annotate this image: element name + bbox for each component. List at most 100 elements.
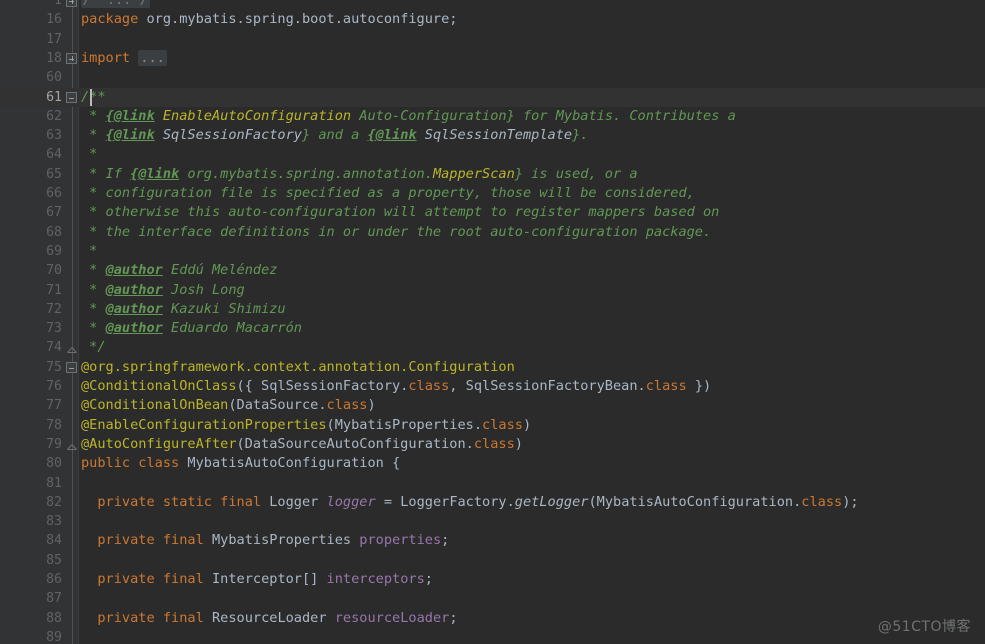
token-kw: class (408, 378, 450, 394)
code-text: private final ResourceLoader resourceLoa… (79, 609, 457, 628)
folded-import-placeholder[interactable]: ... (138, 49, 167, 66)
code-text: @EnableConfigurationProperties(MybatisPr… (79, 416, 531, 435)
token-punc: (MybatisProperties. (326, 416, 483, 433)
token-kw: private final (97, 609, 204, 626)
token-cmt: * (81, 127, 106, 144)
token-jdval: MapperScan (432, 165, 515, 182)
code-text: package org.mybatis.spring.boot.autoconf… (79, 10, 457, 29)
token-cmt: Auto-Configuration} for Mybatis. Contrib… (351, 107, 736, 124)
token-smeth: getLogger (514, 493, 589, 510)
token-punc: (DataSource. (228, 397, 327, 414)
token-tag: @author (105, 300, 163, 317)
fold-collapse-icon[interactable] (66, 362, 77, 374)
fold-region-end-icon[interactable] (67, 438, 77, 450)
code-text: private final MybatisProperties properti… (79, 531, 449, 550)
fold-expand-icon[interactable] (66, 53, 77, 65)
code-line[interactable]: 68 * the interface definitions in or und… (0, 223, 985, 242)
token-cmt (155, 108, 163, 124)
code-line[interactable]: 71 * @author Josh Long (0, 281, 985, 300)
line-number: 86 (46, 572, 62, 587)
code-line[interactable]: 60 (0, 68, 985, 87)
line-number: 77 (46, 398, 62, 414)
code-text: * {@link SqlSessionFactory} and a {@link… (79, 126, 588, 145)
token-tag: {@link (367, 127, 417, 144)
token-plain: ; (424, 571, 433, 587)
code-line[interactable]: 65 * If {@link org.mybatis.spring.annota… (0, 165, 985, 184)
code-line[interactable]: 18 import ... (0, 49, 985, 68)
token-tag: @author (105, 262, 163, 279)
code-line[interactable]: 73 * @author Eduardo Macarrón (0, 319, 985, 338)
line-number: 82 (46, 494, 62, 510)
code-line[interactable]: 64 * (0, 145, 985, 164)
code-line[interactable]: 84 private final MybatisProperties prope… (0, 531, 985, 550)
text-caret (90, 88, 93, 106)
code-line[interactable]: 82 private static final Logger logger = … (0, 493, 985, 512)
code-line[interactable]: 89 (0, 628, 985, 644)
token-tag: {@link (130, 165, 180, 182)
token-kw: private final (97, 571, 204, 587)
line-number: 89 (46, 629, 62, 644)
code-line[interactable]: 81 (0, 474, 985, 493)
code-text: * configuration file is specified as a p… (79, 184, 695, 203)
code-line[interactable]: 61 /** (0, 87, 985, 107)
fold-collapse-icon[interactable] (66, 92, 77, 103)
token-cmt: Eddú Meléndez (162, 262, 278, 279)
code-line[interactable]: 70 * @author Eddú Meléndez (0, 261, 985, 280)
code-line[interactable]: 72 * @author Kazuki Shimizu (0, 300, 985, 319)
code-line[interactable]: 86 private final Interceptor[] intercept… (0, 570, 985, 589)
line-number: 1 (54, 0, 62, 8)
token-tag: @author (105, 320, 163, 337)
code-line[interactable]: 88 private final ResourceLoader resource… (0, 609, 985, 628)
code-line[interactable]: 74 */ (0, 338, 985, 357)
code-line[interactable]: 1 /**...*/ (0, 0, 985, 10)
code-line[interactable]: 83 (0, 512, 985, 531)
token-punc: ) (514, 435, 523, 452)
line-number: 76 (46, 379, 62, 394)
code-line[interactable]: 67 * otherwise this auto-configuration w… (0, 203, 985, 222)
line-number: 72 (46, 301, 62, 317)
token-plain: MybatisProperties (203, 532, 360, 549)
code-text: * @author Eddú Meléndez (79, 261, 277, 280)
token-jdlight: SqlSessionTemplate (424, 127, 573, 144)
code-line[interactable]: 66 * configuration file is specified as … (0, 184, 985, 203)
code-line[interactable]: 63 * {@link SqlSessionFactory} and a {@l… (0, 126, 985, 145)
token-kw: class (482, 416, 523, 433)
token-cmt: * (81, 320, 106, 337)
token-cmt (417, 127, 425, 143)
token-plain: Interceptor[] (203, 571, 327, 587)
code-line[interactable]: 76 @ConditionalOnClass({ SqlSessionFactor… (0, 377, 985, 396)
code-line[interactable]: 77 @ConditionalOnBean(DataSource.class) (0, 396, 985, 415)
code-line[interactable]: 16 package org.mybatis.spring.boot.autoco… (0, 10, 985, 29)
line-number: 69 (46, 243, 62, 259)
token-kw: import (81, 49, 131, 66)
code-line[interactable]: 79 @AutoConfigureAfter(DataSourceAutoConf… (0, 435, 985, 454)
fold-region-end-icon[interactable] (67, 341, 77, 354)
code-line[interactable]: 75 @org.springframework.context.annotatio… (0, 358, 985, 377)
code-line[interactable]: 87 (0, 589, 985, 608)
token-cmt: }. (572, 127, 589, 144)
code-line[interactable]: 17 (0, 30, 985, 49)
token-anno: @AutoConfigureAfter (81, 435, 237, 452)
token-punc: }) (686, 378, 712, 394)
code-line[interactable]: 69 * (0, 242, 985, 261)
token-cmt: * (81, 262, 106, 279)
line-number: 16 (46, 12, 62, 28)
token-cmt: * (81, 107, 106, 124)
token-cmt: */ (81, 339, 106, 356)
token-kw: public class (81, 455, 180, 472)
token-punc: , SqlSessionFactoryBean. (449, 378, 646, 394)
code-line[interactable]: 85 (0, 551, 985, 570)
token-punc: (DataSourceAutoConfiguration. (236, 435, 474, 452)
token-cmt: * If (81, 165, 131, 182)
token-anno: @ConditionalOnBean (81, 397, 229, 414)
code-line[interactable]: 80 public class MybatisAutoConfiguration … (0, 454, 985, 473)
line-number: 68 (46, 224, 62, 240)
code-line[interactable]: 62 * {@link EnableAutoConfiguration Auto… (0, 107, 985, 126)
code-line[interactable]: 78 @EnableConfigurationProperties(Mybatis… (0, 416, 985, 435)
token-cmt: Eduardo Macarrón (162, 320, 302, 337)
fold-expand-icon[interactable] (66, 0, 77, 7)
token-field: interceptors (326, 571, 425, 587)
folded-comment-placeholder[interactable]: /**...*/ (81, 0, 151, 8)
code-editor[interactable]: 1 /**...*/ 16 package org.mybatis.spring.bo… (0, 0, 985, 644)
token-kw: class (473, 435, 515, 452)
